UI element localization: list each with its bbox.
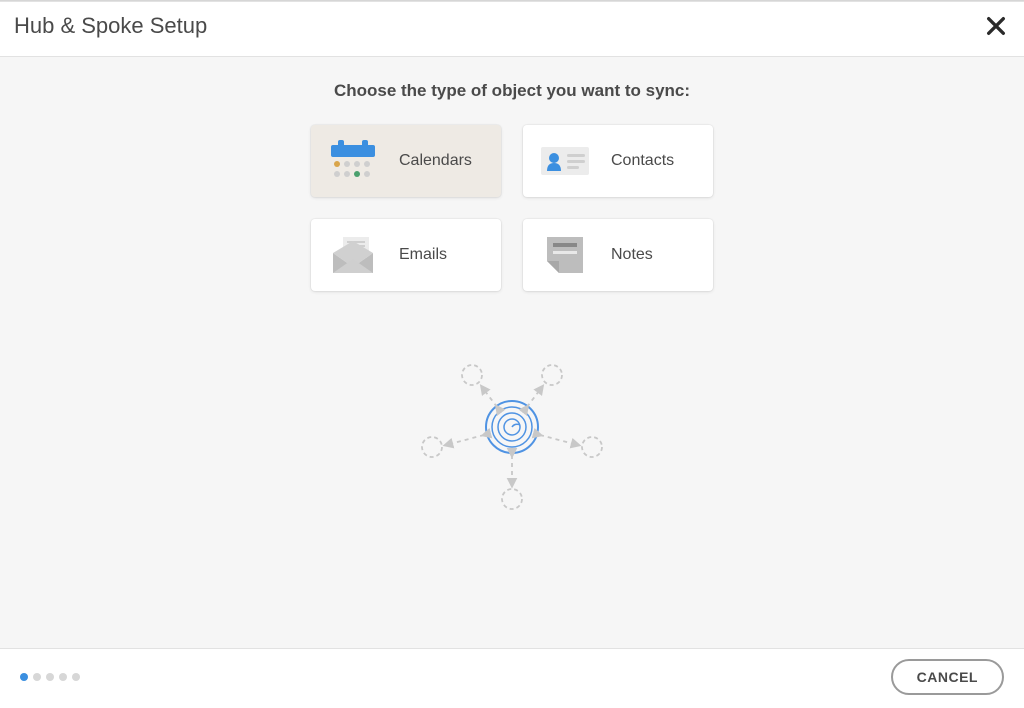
close-button[interactable] <box>982 12 1010 40</box>
option-label: Emails <box>399 246 447 264</box>
cancel-button[interactable]: CANCEL <box>891 659 1004 695</box>
option-calendars[interactable]: Calendars <box>311 125 501 197</box>
dialog-body: Choose the type of object you want to sy… <box>0 57 1024 649</box>
dialog-header: Hub & Spoke Setup <box>0 2 1024 57</box>
option-label: Notes <box>611 246 653 264</box>
dialog-footer: CANCEL <box>0 649 1024 705</box>
prompt-text: Choose the type of object you want to sy… <box>0 57 1024 125</box>
step-dot-2 <box>33 673 41 681</box>
step-dot-4 <box>59 673 67 681</box>
hub-spoke-illustration <box>0 347 1024 517</box>
notes-icon <box>537 233 593 277</box>
close-icon <box>985 15 1007 37</box>
step-dot-3 <box>46 673 54 681</box>
step-dots <box>20 673 80 681</box>
contacts-icon <box>537 139 593 183</box>
option-emails[interactable]: Emails <box>311 219 501 291</box>
dialog-title: Hub & Spoke Setup <box>14 13 207 39</box>
emails-icon <box>325 233 381 277</box>
option-contacts[interactable]: Contacts <box>523 125 713 197</box>
object-type-grid: Calendars Contacts <box>311 125 713 291</box>
option-notes[interactable]: Notes <box>523 219 713 291</box>
calendar-icon <box>325 139 381 183</box>
option-label: Contacts <box>611 152 674 170</box>
option-label: Calendars <box>399 152 472 170</box>
step-dot-5 <box>72 673 80 681</box>
step-dot-1 <box>20 673 28 681</box>
